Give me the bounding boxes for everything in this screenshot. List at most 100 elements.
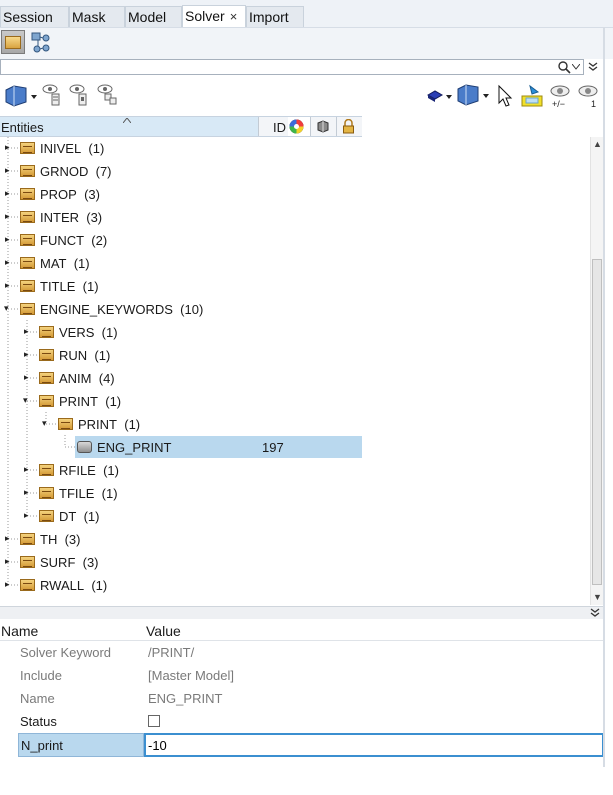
collapse-icon[interactable]: ▾ [23, 395, 28, 406]
tree-item[interactable]: ▸ TH (3) [0, 528, 590, 551]
tree-item[interactable]: ▾ PRINT (1) [0, 413, 590, 436]
tree-item[interactable]: ▸ TITLE (1) [0, 275, 590, 298]
tree-item-label: PROP [40, 187, 77, 202]
expand-icon[interactable]: ▸ [24, 372, 29, 383]
tree-item-count: (1) [83, 509, 100, 524]
status-checkbox[interactable] [148, 715, 160, 727]
expand-icon[interactable]: ▸ [24, 326, 29, 337]
tree-item-label: VERS [59, 325, 95, 340]
tree-item[interactable]: ▸ SURF (3) [0, 551, 590, 574]
eye-icon[interactable]: +/− [549, 83, 573, 109]
folder-icon [39, 372, 54, 384]
tree-item[interactable]: ▸ RUN (1) [0, 344, 590, 367]
id-header-label: ID [273, 120, 286, 135]
expand-icon[interactable]: ▸ [5, 556, 10, 567]
expand-icon[interactable]: ▸ [5, 142, 10, 153]
tree-item[interactable]: ▸ MAT (1) [0, 252, 590, 275]
tree-item[interactable]: ▾ ENGINE_KEYWORDS (10) [0, 298, 590, 321]
tree-item-count: (3) [84, 187, 100, 202]
highlight-icon[interactable] [520, 84, 544, 108]
eye-icon[interactable] [95, 83, 121, 109]
tree-item[interactable]: ▸ DT (1) [0, 505, 590, 528]
collapse-icon[interactable]: ▾ [4, 303, 9, 314]
double-chevron-icon[interactable] [590, 608, 600, 618]
tab-import[interactable]: Import [246, 6, 304, 27]
tab-label: Solver [185, 8, 225, 24]
entity-view-icon[interactable] [4, 84, 38, 108]
n-print-row: N_print [18, 733, 604, 757]
tree-item[interactable]: ▸ VERS (1) [0, 321, 590, 344]
search-icon[interactable] [558, 61, 571, 74]
tree-item-count: (1) [73, 256, 90, 271]
close-icon[interactable]: × [230, 9, 238, 24]
n-print-label-cell: N_print [18, 733, 144, 757]
tab-model[interactable]: Model [125, 6, 182, 27]
scroll-up-icon[interactable]: ▲ [593, 139, 602, 149]
tree-scrollbar[interactable]: ▲ ▼ [590, 137, 604, 605]
tree-item-id: 197 [262, 440, 284, 455]
expand-icon[interactable]: ▸ [24, 464, 29, 475]
tree-item-count: (3) [82, 555, 99, 570]
eye-icon[interactable] [40, 83, 66, 109]
print-entity-icon [77, 441, 92, 453]
folder-icon [20, 556, 35, 568]
tree-item[interactable]: ▾ PRINT (1) [0, 390, 590, 413]
tree-item[interactable]: ▸ INIVEL (1) [0, 137, 590, 160]
tree-item[interactable]: ▸ TFILE (1) [0, 482, 590, 505]
entities-column-header[interactable]: Entities [0, 117, 258, 136]
property-name: Status [20, 714, 57, 729]
tree-item-selected[interactable]: ENG_PRINT 197 [0, 436, 590, 459]
folder-view-button[interactable] [1, 30, 25, 54]
property-value: [Master Model] [148, 668, 234, 683]
tab-mask[interactable]: Mask [69, 6, 125, 27]
tab-solver[interactable]: Solver × [182, 5, 246, 27]
eye-icon[interactable] [67, 83, 93, 109]
tree-item[interactable]: ▸ ANIM (4) [0, 367, 590, 390]
expand-icon[interactable]: ▸ [24, 487, 29, 498]
entities-header: Entities ID [0, 116, 362, 137]
scrollbar-thumb[interactable] [592, 259, 602, 585]
n-print-input[interactable] [144, 733, 604, 757]
expand-icon[interactable]: ▸ [24, 510, 29, 521]
id-column-header[interactable]: ID [258, 117, 288, 136]
scroll-down-icon[interactable]: ▼ [593, 592, 602, 602]
folder-icon [39, 326, 54, 338]
expand-icon[interactable]: ▸ [5, 280, 10, 291]
color-mode-icon[interactable] [426, 86, 452, 106]
expand-icon[interactable]: ▸ [5, 188, 10, 199]
tree-item[interactable]: ▸ RFILE (1) [0, 459, 590, 482]
graph-icon[interactable] [30, 31, 54, 55]
tree-item[interactable]: ▸ PROP (3) [0, 183, 590, 206]
entity-view-icon[interactable] [456, 83, 490, 107]
collapse-icon[interactable]: ▾ [42, 418, 47, 429]
folder-icon [20, 234, 35, 246]
double-chevron-icon[interactable] [588, 62, 598, 72]
tree-item-count: (1) [101, 325, 118, 340]
tree-item-count: (1) [124, 417, 141, 432]
tree-item[interactable]: ▸ GRNOD (7) [0, 160, 590, 183]
value-column-header[interactable]: Value [146, 623, 181, 639]
folder-icon [20, 211, 35, 223]
expand-icon[interactable]: ▸ [24, 349, 29, 360]
tree-item-count: (1) [94, 348, 111, 363]
cursor-icon[interactable] [496, 84, 514, 108]
tree-item[interactable]: ▸ FUNCT (2) [0, 229, 590, 252]
expand-icon[interactable]: ▸ [5, 533, 10, 544]
tab-session[interactable]: Session [0, 6, 69, 27]
folder-icon [39, 464, 54, 476]
chevron-down-icon[interactable] [572, 64, 580, 70]
folder-icon [20, 257, 35, 269]
name-column-header[interactable]: Name [1, 623, 38, 639]
expand-icon[interactable]: ▸ [5, 234, 10, 245]
visibility-column-header[interactable] [310, 117, 336, 136]
expand-icon[interactable]: ▸ [5, 579, 10, 590]
tree-item[interactable]: ▸ RWALL (1) [0, 574, 590, 597]
expand-icon[interactable]: ▸ [5, 211, 10, 222]
color-column-header[interactable] [288, 117, 310, 136]
expand-icon[interactable]: ▸ [5, 165, 10, 176]
search-input[interactable] [0, 59, 584, 75]
lock-column-header[interactable] [336, 117, 362, 136]
eye-icon[interactable]: 1 [577, 83, 601, 109]
tree-item[interactable]: ▸ INTER (3) [0, 206, 590, 229]
expand-icon[interactable]: ▸ [5, 257, 10, 268]
